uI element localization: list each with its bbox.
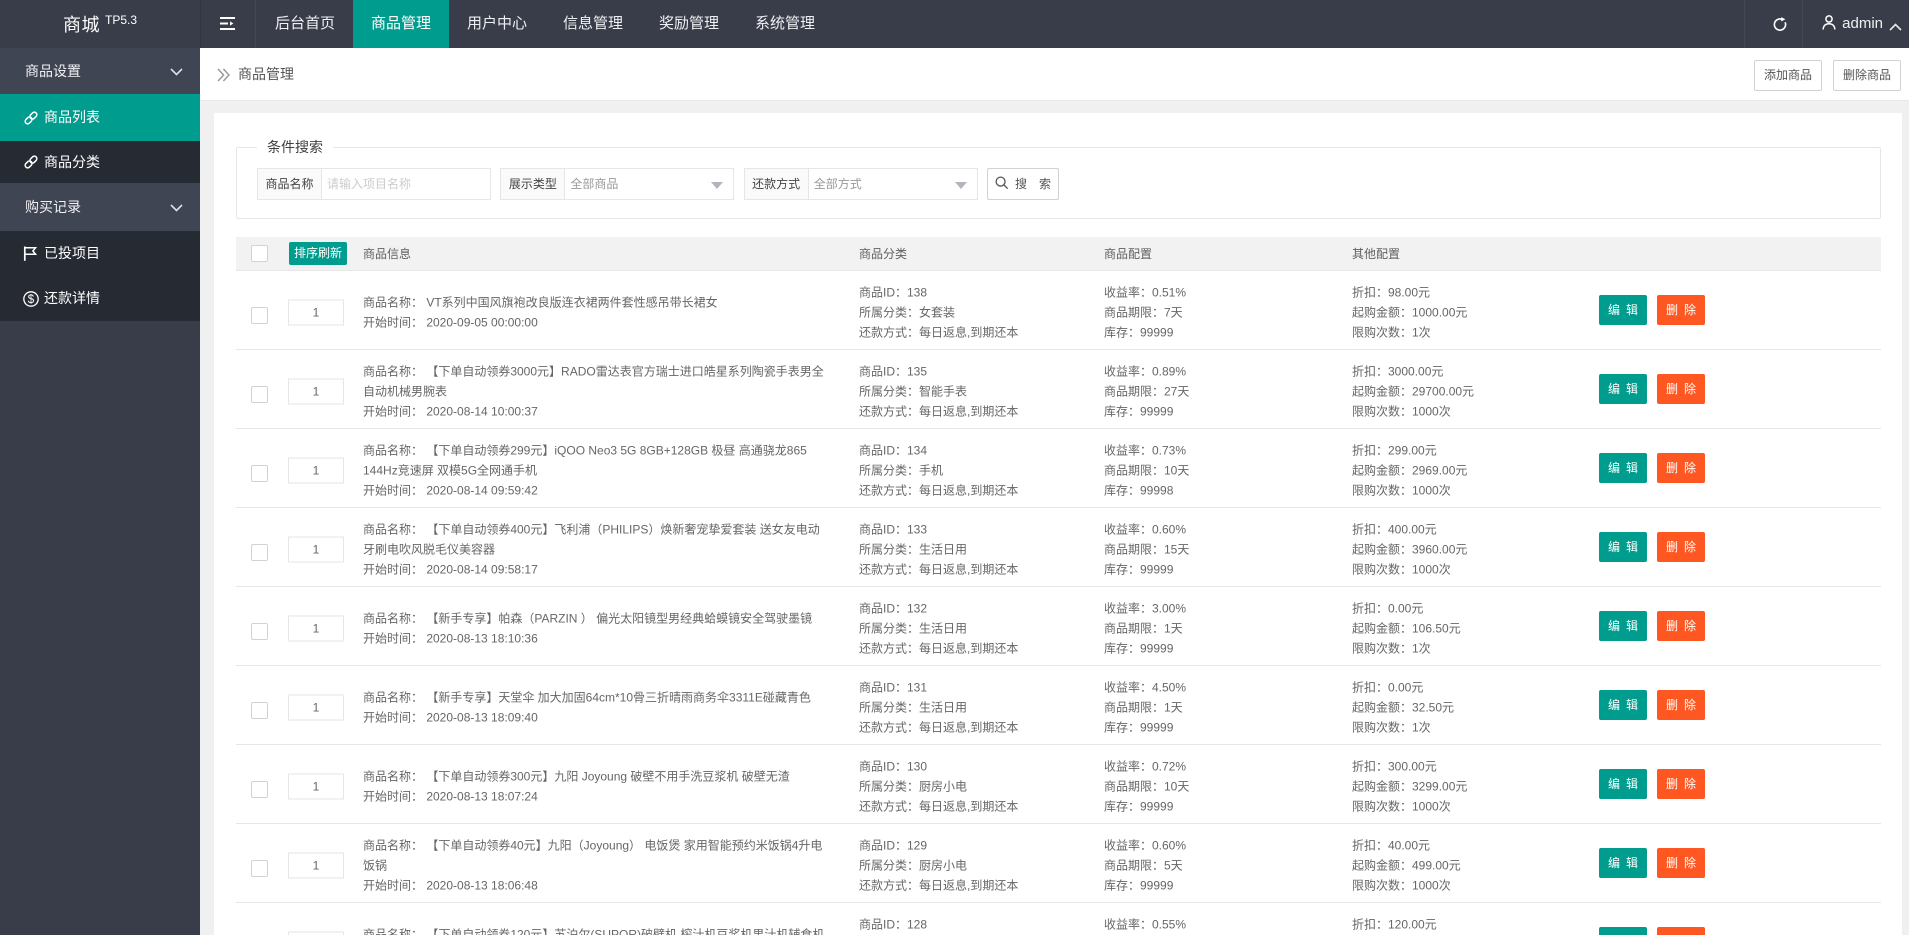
svg-text:$: $ <box>28 294 35 306</box>
